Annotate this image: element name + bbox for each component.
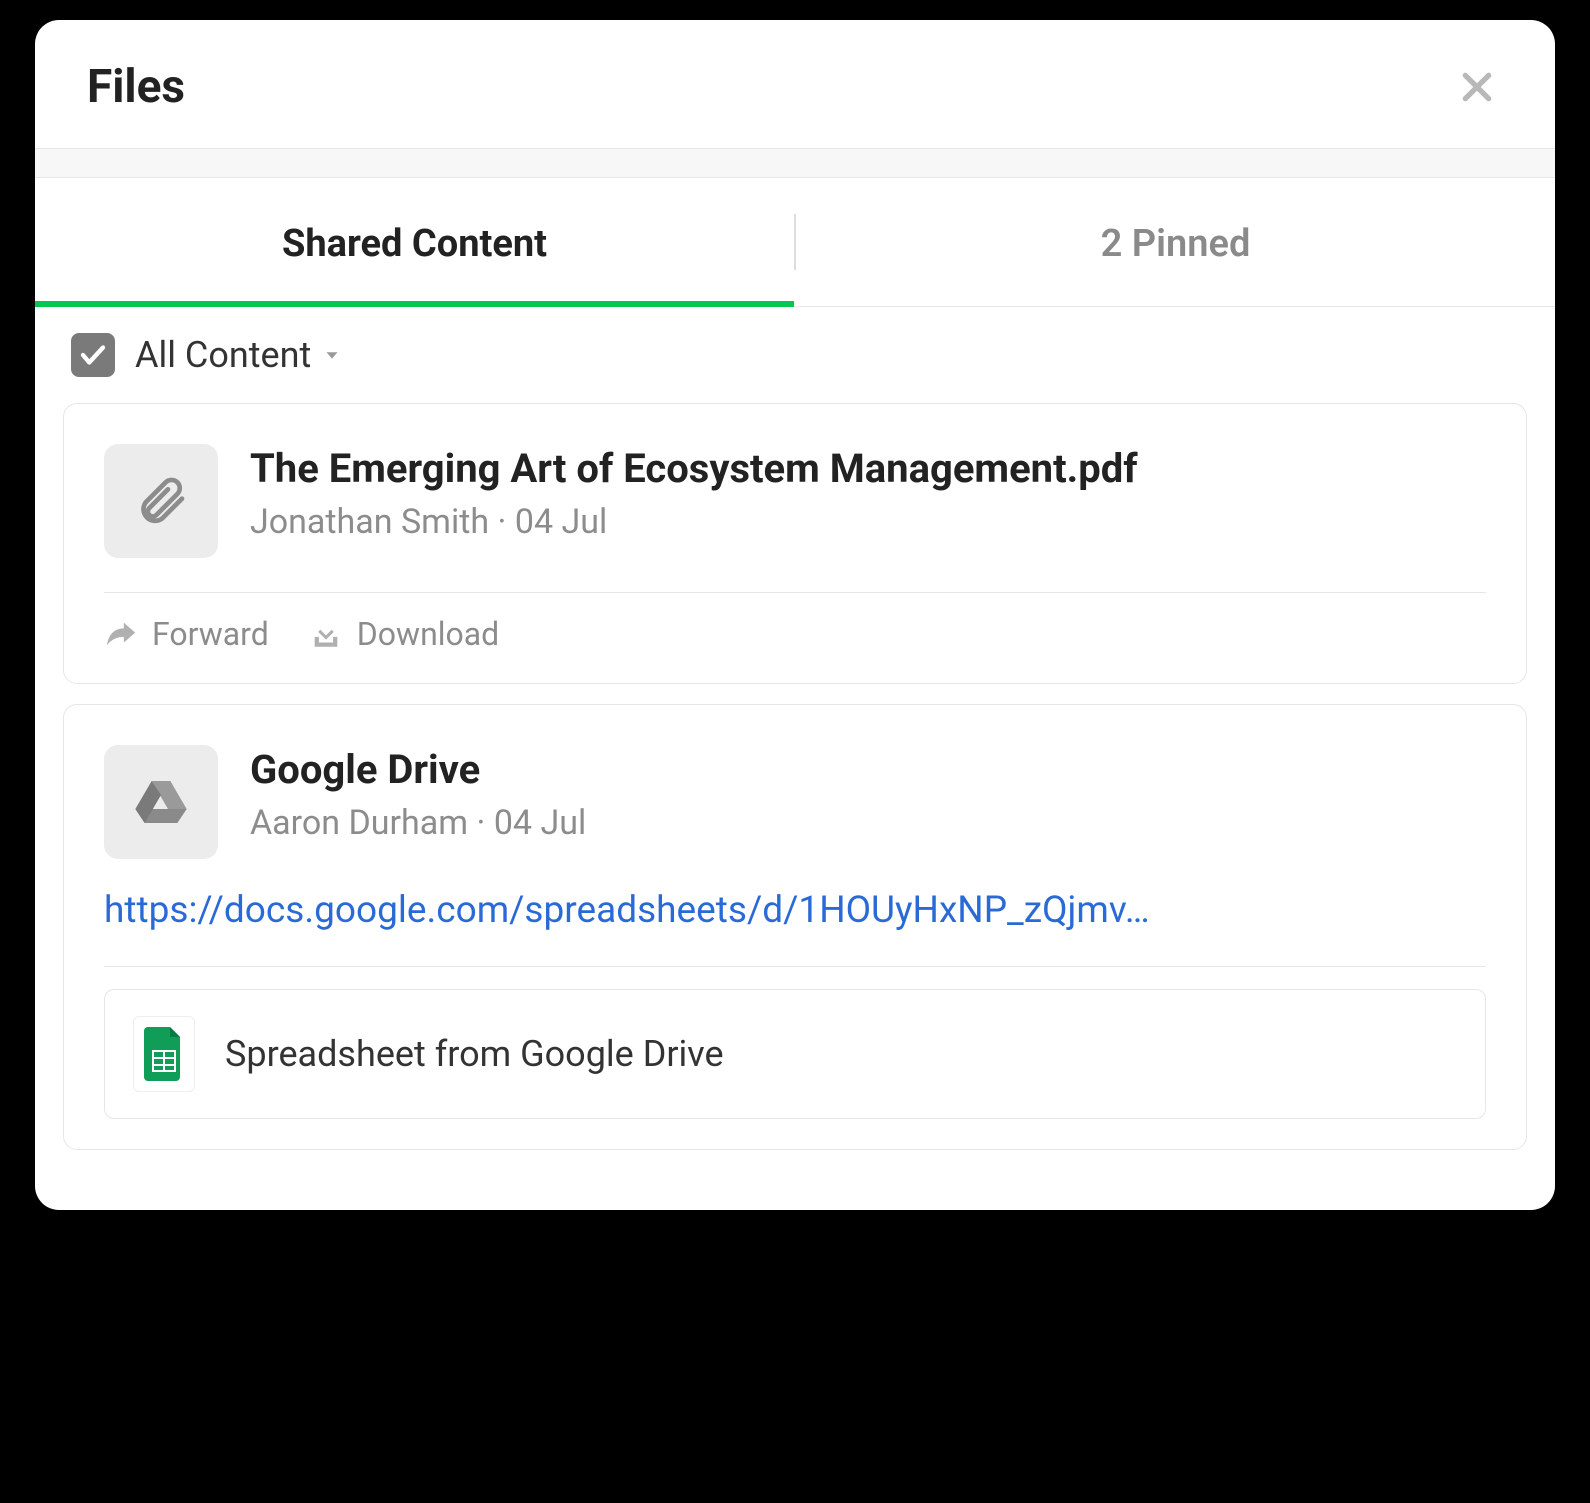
file-link[interactable]: https://docs.google.com/spreadsheets/d/1… — [104, 889, 1486, 932]
caret-down-icon — [321, 344, 343, 366]
sheets-icon-wrap — [133, 1016, 195, 1092]
header-separator — [35, 148, 1555, 178]
download-button[interactable]: Download — [309, 615, 499, 653]
forward-icon — [104, 617, 138, 651]
card-text-block: The Emerging Art of Ecosystem Management… — [250, 444, 1138, 542]
file-title: Google Drive — [250, 745, 586, 795]
filter-row: All Content — [35, 307, 1555, 403]
google-drive-icon — [133, 774, 189, 830]
tab-pinned[interactable]: 2 Pinned — [796, 178, 1555, 306]
file-title: The Emerging Art of Ecosystem Management… — [250, 444, 1138, 494]
card-text-block: Google Drive Aaron Durham · 04 Jul — [250, 745, 586, 843]
forward-label: Forward — [152, 615, 269, 653]
file-meta: Aaron Durham · 04 Jul — [250, 803, 586, 843]
file-author: Aaron Durham — [250, 803, 468, 843]
file-card[interactable]: Google Drive Aaron Durham · 04 Jul https… — [63, 704, 1527, 1150]
paperclip-icon — [133, 473, 189, 529]
filter-label: All Content — [135, 334, 311, 376]
files-modal: Files Shared Content 2 Pinned All Conten… — [35, 20, 1555, 1210]
content-filter-dropdown[interactable]: All Content — [135, 334, 343, 376]
modal-title: Files — [87, 60, 185, 114]
forward-button[interactable]: Forward — [104, 615, 269, 653]
close-button[interactable] — [1451, 61, 1503, 113]
content-list: The Emerging Art of Ecosystem Management… — [35, 403, 1555, 1210]
file-date: 04 Jul — [515, 502, 607, 542]
modal-header: Files — [35, 20, 1555, 148]
file-meta: Jonathan Smith · 04 Jul — [250, 502, 1138, 542]
file-icon-tile — [104, 444, 218, 558]
card-head: The Emerging Art of Ecosystem Management… — [104, 444, 1486, 558]
file-date: 04 Jul — [494, 803, 586, 843]
tabs-row: Shared Content 2 Pinned — [35, 178, 1555, 307]
download-icon — [309, 617, 343, 651]
card-divider — [104, 966, 1486, 967]
close-icon — [1457, 67, 1497, 107]
download-label: Download — [357, 615, 499, 653]
file-icon-tile — [104, 745, 218, 859]
select-all-checkbox[interactable] — [71, 333, 115, 377]
file-card[interactable]: The Emerging Art of Ecosystem Management… — [63, 403, 1527, 684]
card-divider — [104, 592, 1486, 593]
google-sheets-icon — [144, 1027, 184, 1081]
check-icon — [78, 340, 108, 370]
card-actions: Forward Download — [104, 615, 1486, 653]
attachment-label: Spreadsheet from Google Drive — [225, 1033, 724, 1075]
card-head: Google Drive Aaron Durham · 04 Jul — [104, 745, 1486, 859]
file-author: Jonathan Smith — [250, 502, 489, 542]
attachment-box[interactable]: Spreadsheet from Google Drive — [104, 989, 1486, 1119]
tab-shared-content[interactable]: Shared Content — [35, 178, 794, 306]
